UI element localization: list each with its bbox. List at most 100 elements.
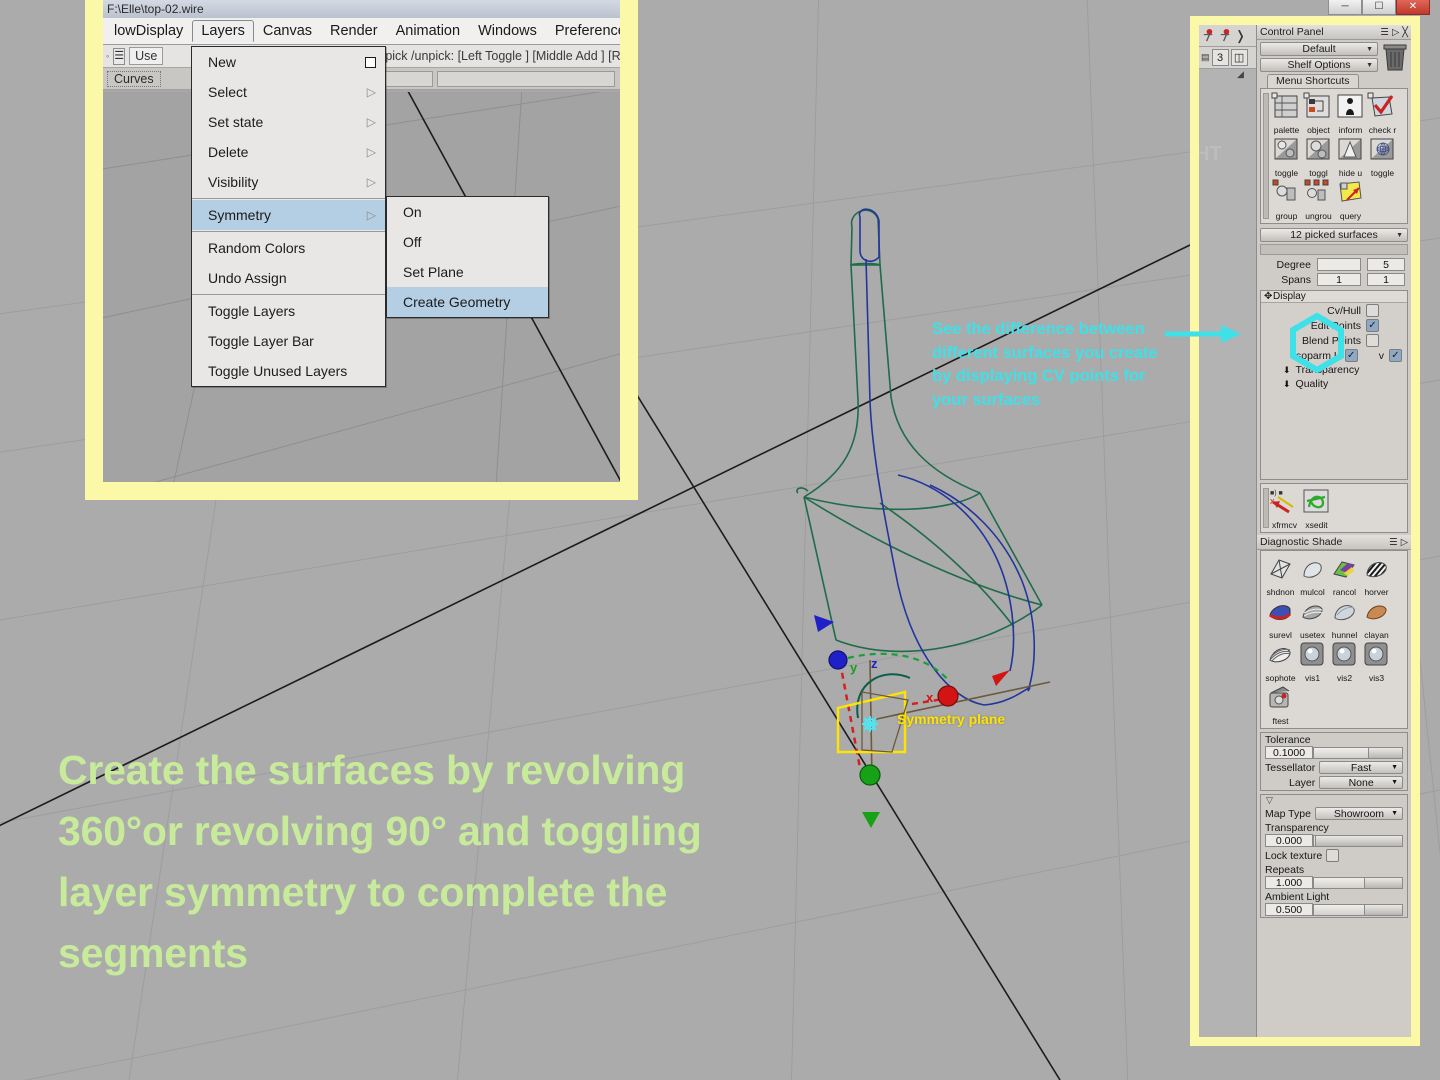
pin-red-2-icon[interactable] [1218,28,1233,43]
random-color-icon[interactable] [1329,554,1359,582]
shelf-item-toggle-shade[interactable]: toggle [1271,135,1302,178]
lock-texture-row[interactable]: Lock texture [1261,848,1407,863]
material-section[interactable]: ▽ Map Type Showroom ▼ Transparency 0.000 [1260,794,1408,918]
spans-row[interactable]: Spans 1 1 [1257,272,1411,287]
shelf-tabs[interactable]: Menu Shortcuts [1257,74,1411,88]
menu-bar[interactable]: lowDisplay Layers Canvas Render Animatio… [103,18,620,45]
clay-analysis-icon[interactable] [1361,597,1391,625]
menu-item-select[interactable]: Select ▷ [192,77,385,107]
menu-item-toggle-unused-layers[interactable]: Toggle Unused Layers [192,356,385,386]
information-icon[interactable] [1335,92,1365,120]
transparency-value[interactable]: 0.000 [1265,834,1313,847]
shelf-item-xsedit[interactable]: xsedit [1301,487,1332,530]
surface-eval-icon[interactable] [1265,597,1295,625]
preset-dropdown[interactable]: Default ▼ [1260,42,1378,56]
view-buttons-row[interactable]: ▤ 3 ◫ [1199,47,1256,69]
shelf-item-hide-unselected[interactable]: hide u [1335,135,1366,178]
symmetry-submenu[interactable]: On Off Set Plane Create Geometry [386,196,549,318]
display-section-header[interactable]: ✥ Display [1261,291,1407,303]
hide-unselected-icon[interactable] [1335,135,1365,163]
cv-hull-checkbox[interactable] [1366,304,1379,317]
diag-item-horver[interactable]: horver [1361,554,1392,597]
flat-test-icon[interactable] [1265,683,1295,711]
xs-edit-icon[interactable] [1301,487,1331,515]
menu-item-animation[interactable]: Animation [387,20,469,42]
menu-item-layers[interactable]: Layers [192,20,254,42]
menu-item-undo-assign[interactable]: Undo Assign [192,263,385,293]
shelf-item-check[interactable]: check r [1367,92,1398,135]
tessellation-section[interactable]: Tolerance 0.1000 Tessellator Fast ▼ Laye… [1260,732,1408,791]
menu-item-toggle-layers[interactable]: Toggle Layers [192,296,385,326]
menu-item-windows[interactable]: Windows [469,20,546,42]
control-panel-titlebar[interactable]: Control Panel ☰ ▷ ╳ [1257,25,1411,40]
panel-expand-icon[interactable]: ▷ [1401,537,1408,548]
spans-v-field[interactable]: 1 [1367,273,1405,286]
shade-none-icon[interactable] [1265,554,1295,582]
diag-item-isophote[interactable]: sophote [1265,640,1296,683]
isophote-icon[interactable] [1265,640,1295,668]
visualize-1-icon[interactable] [1297,640,1327,668]
horizontal-vertical-icon[interactable] [1361,554,1391,582]
list-icon[interactable]: ☰ [113,47,126,65]
diag-item-vis2[interactable]: vis2 [1329,640,1360,683]
shelf-item-xfrmcv[interactable]: ■) ■ x xfrmcv [1269,487,1300,530]
pin-red-icon[interactable] [1201,28,1216,43]
tessellator-row[interactable]: Tessellator Fast ▼ [1261,760,1407,775]
visualize-2-icon[interactable] [1329,640,1359,668]
menu-item-lowdisplay[interactable]: lowDisplay [105,20,192,42]
menu-item-toggle-layer-bar[interactable]: Toggle Layer Bar [192,326,385,356]
section-collapse-icon[interactable]: ▽ [1261,795,1407,806]
alias-window[interactable]: F:\Elle\top-02.wire lowDisplay Layers Ca… [103,0,620,482]
panel-menu-icon[interactable]: ☰ [1380,27,1389,38]
tolerance-row[interactable]: Tolerance 0.1000 [1261,733,1407,760]
left-tool-strip[interactable]: ❭ ▤ 3 ◫ ◢ HT [1199,25,1256,1037]
tolerance-slider[interactable]: 0.1000 [1265,746,1403,759]
degree-row[interactable]: Degree 5 [1257,257,1411,272]
map-type-row[interactable]: Map Type Showroom ▼ [1261,806,1407,821]
transparency-row[interactable]: Transparency 0.000 [1261,821,1407,848]
use-texture-icon[interactable] [1297,597,1327,625]
expand-icon[interactable]: ✥ [1264,291,1272,302]
group-icon[interactable] [1271,178,1301,206]
tolerance-value[interactable]: 0.1000 [1265,746,1313,759]
tab-menu-shortcuts[interactable]: Menu Shortcuts [1267,74,1359,88]
diag-item-shdnon[interactable]: shdnon [1265,554,1296,597]
query-icon[interactable] [1335,178,1365,206]
repeats-track[interactable] [1313,876,1403,889]
panel-close-icon[interactable]: ╳ [1402,27,1408,38]
shelf-item-group[interactable]: group [1271,178,1302,221]
ambient-light-slider[interactable]: 0.500 [1265,903,1403,916]
checkbox-icon[interactable] [365,56,376,68]
multi-color-icon[interactable] [1297,554,1327,582]
repeats-row[interactable]: Repeats 1.000 [1261,863,1407,890]
window-titlebar[interactable]: F:\Elle\top-02.wire [103,0,620,18]
toggle-wire-icon[interactable] [1367,135,1397,163]
object-icon[interactable] [1303,92,1333,120]
selection-dropdown[interactable]: 12 picked surfaces ▼ [1260,228,1408,242]
resize-grip-icon[interactable]: ◢ [1237,69,1244,80]
submenu-item-off[interactable]: Off [387,227,548,257]
tunnel-icon[interactable] [1329,597,1359,625]
ambient-light-row[interactable]: Ambient Light 0.500 [1261,890,1407,917]
menu-item-random-colors[interactable]: Random Colors [192,233,385,263]
repeats-slider[interactable]: 1.000 [1265,876,1403,889]
submenu-item-set-plane[interactable]: Set Plane [387,257,548,287]
toggle-shade-icon[interactable] [1271,135,1301,163]
spans-u-field[interactable]: 1 [1317,273,1361,286]
xform-cv-icon[interactable]: ■) ■ x [1269,487,1299,515]
diag-item-clayan[interactable]: clayan [1361,597,1392,640]
menu-item-visibility[interactable]: Visibility ▷ [192,167,385,197]
panel-menu-icon[interactable]: ☰ [1389,537,1398,548]
blend-points-checkbox[interactable] [1366,334,1379,347]
layer-dropdown[interactable]: None ▼ [1319,776,1403,789]
control-panel-window[interactable]: ❭ ▤ 3 ◫ ◢ HT Control Panel ☰ ▷ ╳ Default… [1199,25,1411,1037]
check-icon[interactable] [1367,92,1397,120]
shelf-item-query[interactable]: query [1335,178,1366,221]
close-button[interactable]: ✕ [1396,0,1430,15]
toggle-sphere-icon[interactable] [1303,135,1333,163]
restore-button[interactable]: ☐ [1362,0,1396,15]
trash-icon[interactable] [1382,42,1408,72]
menu-item-set-state[interactable]: Set state ▷ [192,107,385,137]
submenu-item-create-geometry[interactable]: Create Geometry [387,287,548,317]
lock-texture-checkbox[interactable] [1326,849,1340,862]
